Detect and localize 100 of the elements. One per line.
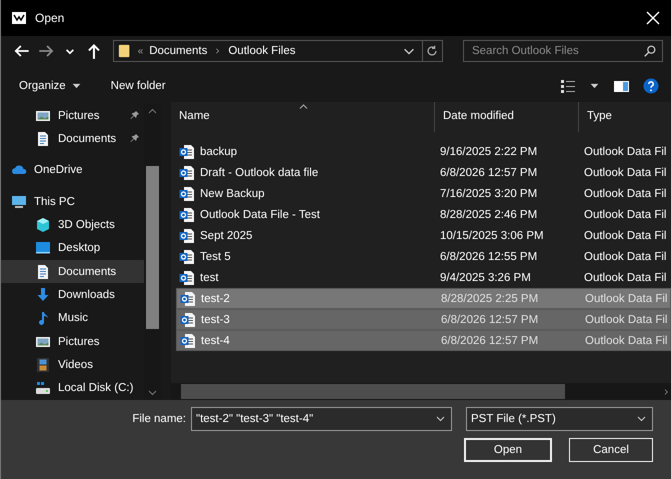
outlook-file-icon <box>180 332 196 348</box>
folder-icon <box>118 44 132 58</box>
file-name: Outlook Data File - Test <box>200 208 320 220</box>
sidebar-item[interactable]: Music <box>1 306 144 330</box>
file-name: test-2 <box>201 292 230 304</box>
file-name: New Backup <box>200 188 265 200</box>
scrollbar-thumb[interactable] <box>146 166 159 329</box>
new-folder-button[interactable]: New folder <box>110 80 166 92</box>
refresh-icon[interactable] <box>425 44 440 58</box>
date-cell-text: 9/16/2025 2:22 PM <box>439 146 538 158</box>
sidebar-item[interactable]: OneDrive <box>1 158 144 182</box>
breadcrumb[interactable]: Documents <box>149 45 208 57</box>
cube-icon <box>35 216 51 233</box>
close-icon[interactable] <box>645 10 661 26</box>
scrollbar-thumb[interactable] <box>181 384 565 399</box>
type-cell-text: Outlook Data Fil <box>583 146 668 158</box>
type-cell-text: Outlook Data Fil <box>584 314 668 326</box>
drive-icon <box>35 380 51 396</box>
date-cell-text: 8/28/2025 2:25 PM <box>440 292 540 304</box>
file-name: test <box>200 272 219 284</box>
outlook-file-icon <box>179 228 195 244</box>
sidebar-item[interactable]: Desktop <box>1 236 144 260</box>
organize-label: Organize <box>19 80 66 92</box>
preview-pane-icon[interactable] <box>613 78 629 94</box>
sidebar-item[interactable]: Pictures <box>1 330 144 354</box>
download-arrow-icon <box>35 286 51 303</box>
file-row[interactable]: test 9/4/2025 3:26 PM Outlook Data Fil <box>176 267 671 288</box>
file-name-label: File name: <box>132 413 186 425</box>
sidebar-item[interactable]: This PC <box>1 190 144 214</box>
sidebar-item[interactable]: Local Disk (C:) <box>1 376 144 400</box>
file-row[interactable]: Test 5 6/8/2026 12:55 PM Outlook Data Fil <box>176 246 671 267</box>
document-icon <box>35 130 51 147</box>
pin-icon[interactable] <box>129 133 140 144</box>
open-button[interactable]: Open <box>464 438 552 462</box>
date-cell-text: 8/28/2025 2:46 PM <box>439 208 538 220</box>
search-field[interactable]: Search Outlook Files <box>462 40 663 62</box>
type-cell-text: Outlook Data Fil <box>583 250 668 262</box>
app-icon <box>11 10 27 26</box>
file-type-dropdown[interactable]: PST File (*.PST) <box>466 407 653 431</box>
type-cell-text: Outlook Data Fil <box>584 334 668 346</box>
file-row[interactable]: test-3 6/8/2026 12:57 PM Outlook Data Fil <box>176 309 671 330</box>
type-cell-text: Outlook Data Fil <box>583 230 668 242</box>
help-icon[interactable] <box>643 78 659 94</box>
organize-menu[interactable]: Organize <box>19 80 81 92</box>
file-row[interactable]: test-4 6/8/2026 12:57 PM Outlook Data Fil <box>176 330 671 351</box>
date-cell-text: 7/16/2025 3:20 PM <box>439 188 538 200</box>
chevron-down-icon <box>436 416 445 422</box>
outlook-file-icon <box>179 270 195 286</box>
film-strip-icon <box>35 356 51 373</box>
file-name: test-3 <box>201 314 230 326</box>
chevron-down-icon <box>637 416 646 422</box>
type-cell-text: Outlook Data Fil <box>583 272 668 284</box>
sidebar-item[interactable]: Videos <box>1 353 144 377</box>
document-icon <box>35 264 51 280</box>
file-row[interactable]: test-2 8/28/2025 2:25 PM Outlook Data Fil <box>176 288 671 309</box>
desktop-icon <box>35 240 51 256</box>
caret-icon[interactable] <box>590 83 599 89</box>
outlook-file-icon <box>179 186 195 202</box>
file-row[interactable]: Draft - Outlook data file 6/8/2026 12:57 PM Outlook Data Fil <box>176 162 671 183</box>
search-icon[interactable] <box>642 44 657 58</box>
file-row[interactable]: Outlook Data File - Test 8/28/2025 2:46 PM Outlook Data Fil <box>176 204 671 225</box>
date-cell-text: 6/8/2026 12:57 PM <box>440 334 540 346</box>
date-cell-text: 10/15/2025 3:06 PM <box>439 230 545 242</box>
sidebar-item[interactable]: Documents <box>1 127 144 151</box>
column-header[interactable]: Date modified <box>435 102 579 132</box>
date-cell-text: 6/8/2026 12:57 PM <box>440 314 540 326</box>
type-cell-text: Outlook Data Fil <box>583 188 668 200</box>
file-name: backup <box>200 146 238 158</box>
sort-caret-icon <box>299 104 308 109</box>
address-bar[interactable]: « Documents Outlook Files <box>112 40 443 62</box>
file-row[interactable]: New Backup 7/16/2025 3:20 PM Outlook Data Fil <box>176 183 671 204</box>
outlook-file-icon <box>180 290 196 306</box>
view-list-icon[interactable] <box>560 78 576 94</box>
overflow-chevron[interactable]: « <box>138 46 144 56</box>
sidebar-item[interactable]: Pictures <box>1 104 144 128</box>
column-header[interactable]: Name <box>171 102 435 132</box>
file-name: Test 5 <box>200 250 231 262</box>
file-row[interactable]: backup 9/16/2025 2:22 PM Outlook Data Fil <box>176 141 671 162</box>
type-cell-text: Outlook Data Fil <box>583 166 668 178</box>
sidebar-item[interactable]: Downloads <box>1 283 144 307</box>
outlook-file-icon <box>179 144 195 160</box>
computer-icon <box>11 194 27 210</box>
date-cell-text: 9/4/2025 3:26 PM <box>439 272 532 284</box>
type-cell-text: Outlook Data Fil <box>583 208 668 220</box>
column-header[interactable]: Type <box>579 102 671 132</box>
type-cell-text: Outlook Data Fil <box>584 292 668 304</box>
file-name: test-4 <box>201 334 230 346</box>
cancel-button[interactable]: Cancel <box>569 438 653 462</box>
file-name: Sept 2025 <box>200 230 252 242</box>
file-row[interactable]: Sept 2025 10/15/2025 3:06 PM Outlook Data Fil <box>176 225 671 246</box>
breadcrumb[interactable]: Outlook Files <box>228 45 296 57</box>
outlook-file-icon <box>180 312 196 328</box>
sidebar-item[interactable]: Documents <box>1 260 144 284</box>
sidebar-item[interactable]: 3D Objects <box>1 213 144 237</box>
chevron-up-icon[interactable] <box>148 108 157 114</box>
date-cell-text: 6/8/2026 12:55 PM <box>439 250 538 262</box>
file-name-field[interactable]: "test-2" "test-3" "test-4" <box>191 407 452 431</box>
date-cell-text: 6/8/2026 12:57 PM <box>439 166 538 178</box>
horizontal-scrollbar[interactable] <box>171 383 671 400</box>
pin-icon[interactable] <box>129 110 140 122</box>
